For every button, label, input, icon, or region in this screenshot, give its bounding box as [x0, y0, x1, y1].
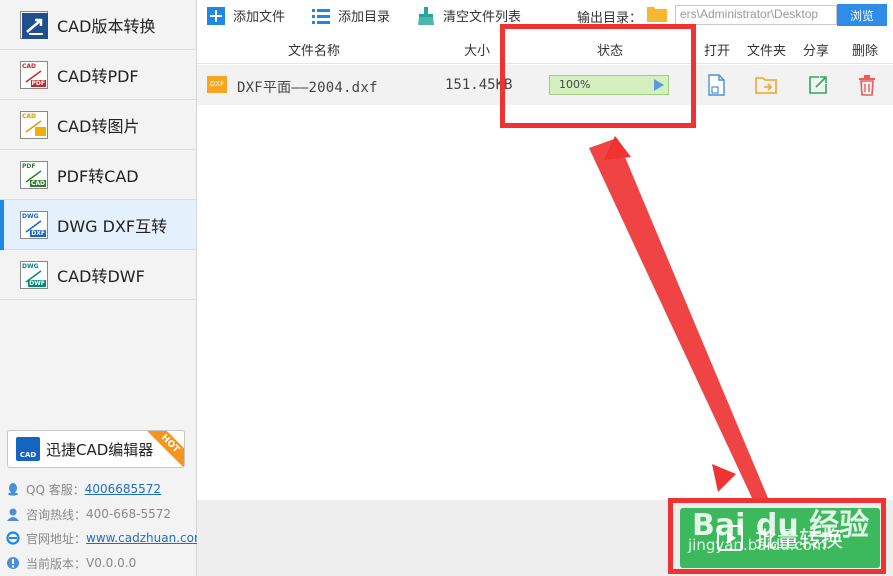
- sidebar-item-pdf-to-cad[interactable]: PDF CAD PDF转CAD: [0, 150, 196, 200]
- contact-label: 当前版本：: [26, 556, 87, 571]
- browse-button[interactable]: 浏览: [837, 4, 887, 26]
- hotline-value: 400-668-5572: [86, 507, 172, 521]
- app-window: CAD版本转换 CAD PDF CAD转PDF CAD CAD转图片 PDF CAD…: [0, 0, 893, 576]
- contact-label: QQ 客服：: [26, 482, 85, 497]
- sidebar-item-cad-to-dwf[interactable]: DWG DWF CAD转DWF: [0, 250, 196, 300]
- file-name: DXF平面——2004.dxf: [237, 80, 378, 96]
- add-folder-label: 添加目录: [338, 10, 391, 25]
- col-header-share: 分享: [803, 44, 830, 59]
- folder-icon: [647, 7, 667, 22]
- table-row[interactable]: DXF DXF平面——2004.dxf 151.45KB 100%: [197, 65, 893, 105]
- contact-label: 官网地址：: [26, 531, 87, 546]
- contact-hotline: 咨询热线： 400-668-5572: [6, 503, 196, 525]
- contact-label: 咨询热线：: [26, 507, 87, 522]
- clear-list-label: 清空文件列表: [443, 10, 522, 25]
- cad-to-image-icon: CAD: [20, 110, 48, 139]
- sidebar-item-label: DWG DXF互转: [57, 216, 168, 236]
- pdf-to-cad-icon: PDF CAD: [20, 160, 48, 189]
- col-header-open: 打开: [704, 44, 731, 59]
- file-size: 151.45KB: [445, 77, 513, 93]
- col-header-status: 状态: [597, 44, 624, 59]
- sidebar-item-label: CAD转PDF: [57, 66, 139, 86]
- qq-link[interactable]: 4006685572: [85, 482, 161, 496]
- contact-version: 当前版本： V0.0.0.0: [6, 552, 196, 574]
- phone-headset-icon: [7, 508, 19, 521]
- qq-icon: [8, 483, 18, 496]
- delete-trash-icon[interactable]: [856, 74, 878, 96]
- add-file-button[interactable]: 添加文件: [207, 6, 285, 25]
- cad-editor-label: 迅捷CAD编辑器: [46, 440, 154, 459]
- sidebar-item-cad-to-pdf[interactable]: CAD PDF CAD转PDF: [0, 50, 196, 100]
- col-header-size: 大小: [464, 44, 491, 59]
- open-file-icon[interactable]: [705, 74, 727, 96]
- ie-browser-icon: [6, 531, 20, 545]
- clear-list-button[interactable]: 清空文件列表: [417, 6, 521, 25]
- website-link[interactable]: www.cadzhuan.com: [86, 531, 206, 545]
- cad-editor-button[interactable]: CAD 迅捷CAD编辑器 HOT: [7, 430, 185, 468]
- toolbar: 添加文件 添加目录 清空文件列表 输出目录： ers\Administrator…: [197, 0, 893, 30]
- file-table-header: 文件名称 大小 状态 打开 文件夹 分享 删除: [197, 30, 893, 64]
- play-square-icon: [716, 525, 743, 551]
- col-header-folder: 文件夹: [747, 44, 787, 59]
- sidebar-item-dwg-dxf[interactable]: DWG DXF DWG DXF互转: [0, 200, 196, 250]
- contact-qq: QQ 客服： 4006685572: [6, 478, 196, 500]
- open-folder-icon[interactable]: [755, 74, 777, 96]
- sidebar: CAD版本转换 CAD PDF CAD转PDF CAD CAD转图片 PDF CAD…: [0, 0, 206, 576]
- output-dir-label: 输出目录：: [577, 11, 643, 26]
- broom-icon: [418, 6, 434, 25]
- cad-version-convert-icon: [20, 10, 48, 39]
- annotation-arrow-band: [589, 138, 768, 498]
- progress-bar: 100%: [549, 75, 669, 95]
- contact-website: 官网地址： www.cadzhuan.com: [6, 527, 206, 549]
- add-file-label: 添加文件: [233, 10, 286, 25]
- version-value: V0.0.0.0: [86, 556, 137, 570]
- version-icon: [7, 557, 19, 569]
- batch-convert-label: 批量转换: [754, 528, 843, 553]
- dxf-file-icon: DXF: [207, 76, 227, 93]
- cad-to-pdf-icon: CAD PDF: [20, 60, 48, 89]
- sidebar-item-label: CAD版本转换: [57, 16, 156, 36]
- add-folder-button[interactable]: 添加目录: [312, 6, 390, 25]
- list-icon: [312, 8, 330, 24]
- plus-icon: [207, 6, 225, 25]
- sidebar-item-label: CAD转DWF: [57, 266, 145, 286]
- col-header-delete: 删除: [852, 44, 879, 59]
- share-icon[interactable]: [807, 74, 829, 96]
- output-path-field[interactable]: ers\Administrator\Desktop: [675, 5, 837, 25]
- arrow-head-down: [712, 464, 736, 492]
- play-icon: [654, 79, 664, 91]
- sidebar-item-label: CAD转图片: [57, 116, 140, 136]
- cad-editor-icon: CAD: [16, 437, 40, 461]
- cad-to-dwf-icon: DWG DWF: [20, 260, 48, 289]
- arrow-head-up: [604, 136, 631, 160]
- sidebar-item-label: PDF转CAD: [57, 166, 139, 186]
- batch-convert-button[interactable]: 批量转换: [680, 508, 880, 568]
- col-header-name: 文件名称: [288, 44, 341, 59]
- progress-text: 100%: [559, 78, 591, 91]
- sidebar-item-cad-to-image[interactable]: CAD CAD转图片: [0, 100, 196, 150]
- dwg-dxf-convert-icon: DWG DXF: [20, 210, 48, 239]
- sidebar-item-cad-version[interactable]: CAD版本转换: [0, 0, 196, 50]
